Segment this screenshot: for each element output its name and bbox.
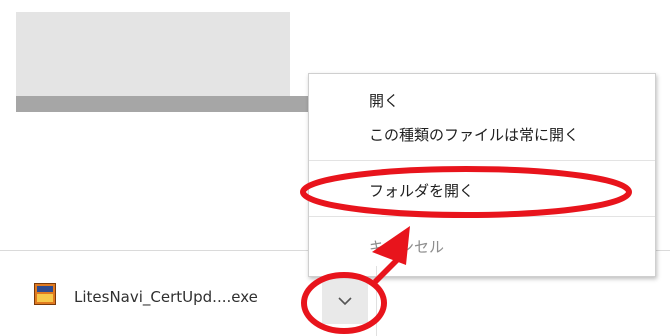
menu-item-open-folder[interactable]: フォルダを開く xyxy=(309,174,655,208)
download-item-divider xyxy=(376,266,377,336)
chevron-down-icon xyxy=(338,297,352,306)
download-options-button[interactable] xyxy=(322,280,368,324)
menu-item-cancel[interactable]: キャンセル xyxy=(309,230,655,264)
menu-separator xyxy=(309,160,655,161)
menu-separator xyxy=(309,216,655,217)
page-content-placeholder xyxy=(16,12,290,100)
app-file-icon xyxy=(34,283,56,305)
download-filename: LitesNavi_CertUpd....exe xyxy=(74,288,258,306)
download-item[interactable]: LitesNavi_CertUpd....exe xyxy=(34,283,334,311)
menu-item-open[interactable]: 開く xyxy=(309,84,655,118)
menu-item-always-open-type[interactable]: この種類のファイルは常に開く xyxy=(309,118,655,152)
download-context-menu: 開く この種類のファイルは常に開く フォルダを開く キャンセル xyxy=(308,73,656,277)
